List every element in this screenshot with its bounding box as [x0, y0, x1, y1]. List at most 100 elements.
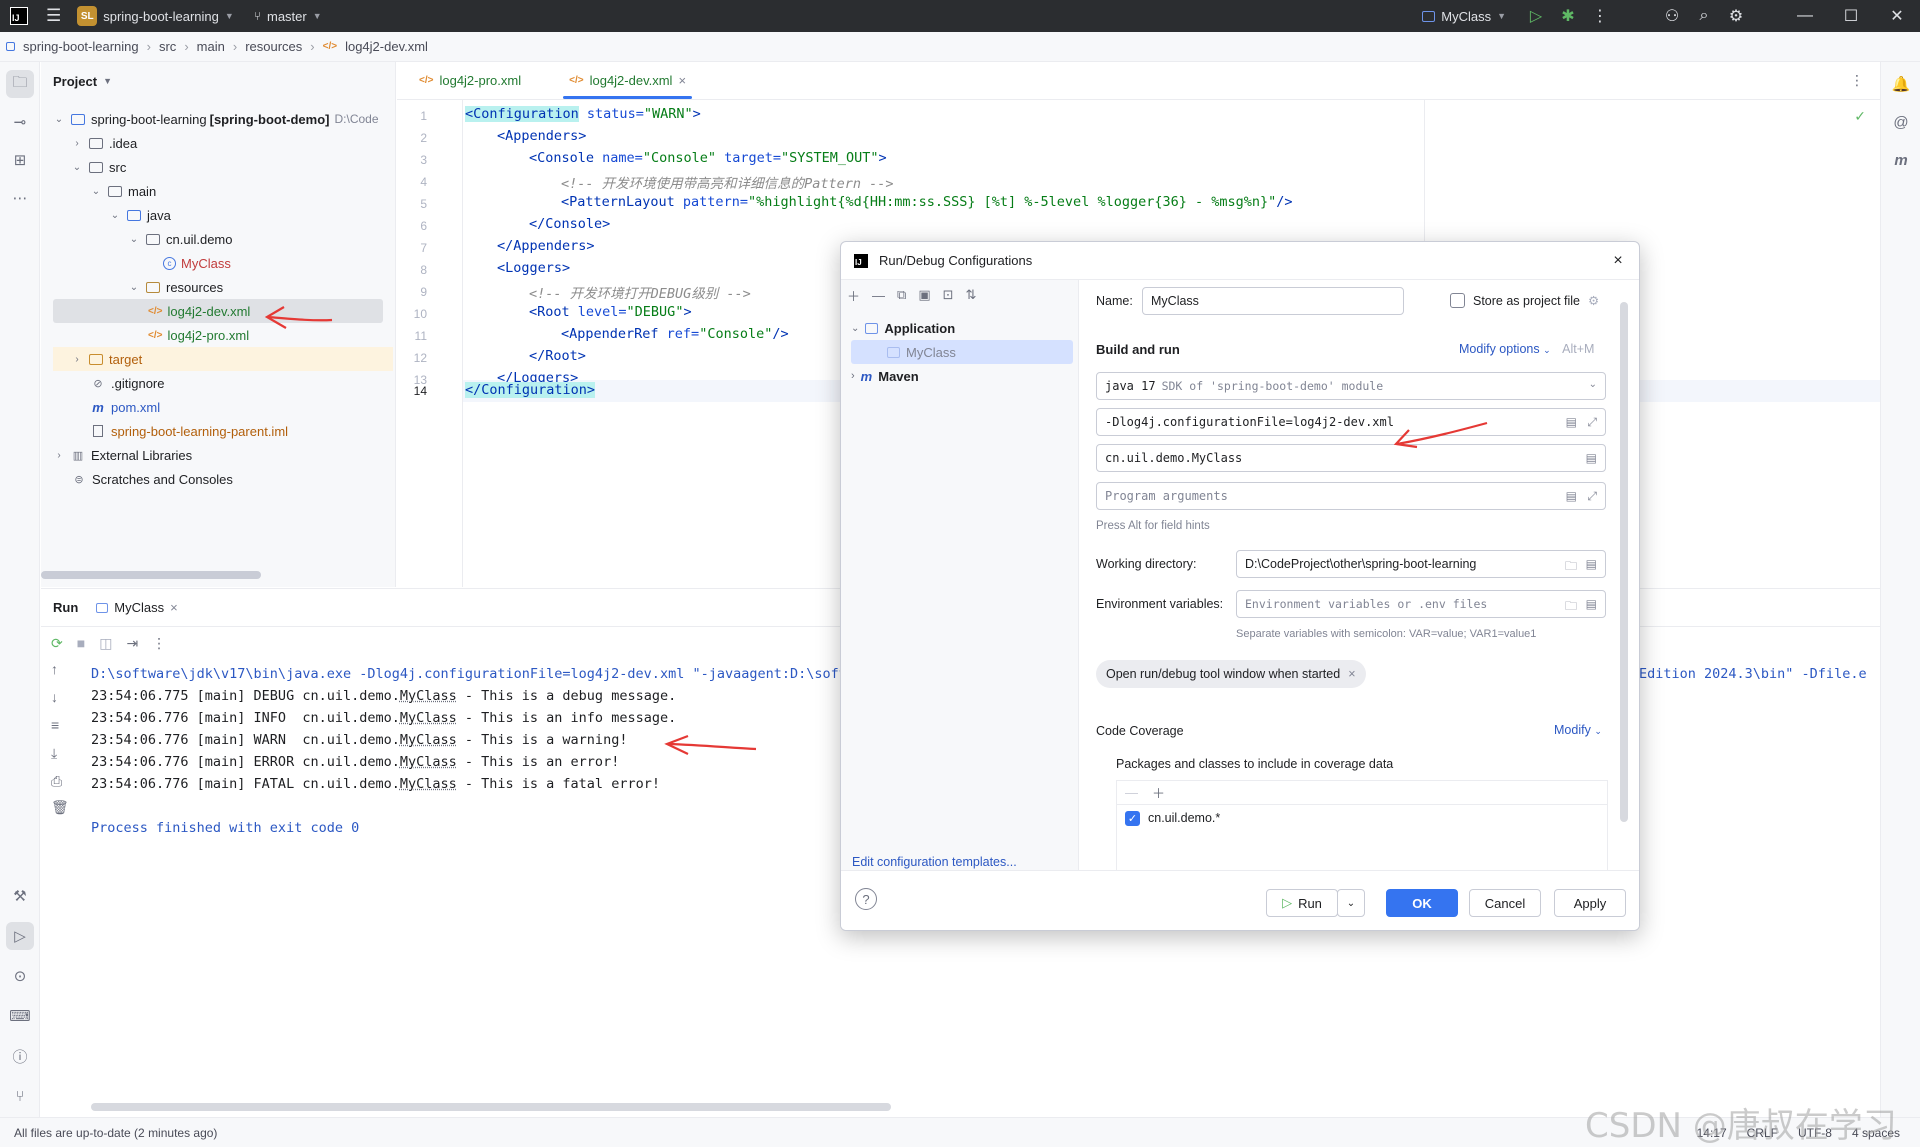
tab-log4j2-pro[interactable]: </> log4j2-pro.xml — [405, 61, 535, 99]
expand-icon[interactable]: ⤢ — [1587, 489, 1597, 504]
store-as-project-file-checkbox[interactable]: Store as project file ⚙ — [1450, 293, 1599, 308]
screenshot-button[interactable]: ◫ — [99, 635, 112, 652]
branch-switcher[interactable]: ⑂ master ▼ — [254, 9, 322, 24]
problems-tool-button[interactable]: ⓘ — [6, 1042, 34, 1070]
run-config-selector[interactable]: MyClass ▼ — [1422, 9, 1506, 24]
dialog-close-button[interactable]: × — [1607, 250, 1629, 272]
working-directory-field[interactable]: D:\CodeProject\other\spring-boot-learnin… — [1236, 550, 1606, 578]
stop-button[interactable]: ■ — [77, 635, 85, 651]
run-button[interactable]: ▷ — [1520, 0, 1552, 32]
minimize-button[interactable]: — — [1782, 0, 1828, 32]
run-tool-button[interactable]: ▷ — [6, 922, 34, 950]
breadcrumb-item[interactable]: main — [197, 39, 225, 54]
rerun-button[interactable]: ⟳ — [51, 635, 63, 652]
remove-button[interactable]: — — [1125, 785, 1138, 800]
environment-variables-field[interactable]: Environment variables or .env files 🗀 ▤ — [1236, 590, 1606, 618]
commit-tool-button[interactable]: ⊸ — [6, 108, 34, 136]
chip-close-icon[interactable]: × — [1348, 667, 1355, 681]
coverage-list-item[interactable]: ✓ cn.uil.demo.* — [1117, 805, 1607, 831]
checkbox-checked[interactable]: ✓ — [1125, 810, 1140, 826]
sort-configurations-button[interactable]: ⇅ — [966, 287, 977, 303]
project-panel-header[interactable]: Project ▼ — [41, 62, 395, 100]
maximize-button[interactable]: ☐ — [1828, 0, 1874, 32]
run-button[interactable]: ▷ Run — [1266, 889, 1338, 917]
tree-item-idea[interactable]: › .idea — [71, 131, 137, 155]
breadcrumb-item[interactable]: log4j2-dev.xml — [345, 39, 428, 54]
code-with-me-button[interactable]: ⚇ — [1656, 0, 1688, 32]
scroll-to-end-icon[interactable]: ⤓ — [51, 745, 57, 762]
trash-icon[interactable]: 🗑 — [51, 799, 69, 816]
edit-templates-link[interactable]: Edit configuration templates... — [852, 855, 1017, 869]
expand-icon[interactable]: ⤢ — [1587, 415, 1597, 430]
tab-close-icon[interactable]: × — [678, 73, 686, 88]
search-everywhere-button[interactable]: ⌕ — [1688, 0, 1720, 32]
tab-close-icon[interactable]: × — [170, 600, 178, 615]
intellij-logo-icon[interactable]: IJ — [10, 7, 28, 25]
breadcrumb-item[interactable]: resources — [245, 39, 302, 54]
more-tools-button[interactable]: ⋯ — [6, 184, 34, 212]
tree-item-src[interactable]: ⌄ src — [71, 155, 127, 179]
help-button[interactable]: ? — [855, 888, 877, 910]
project-tool-button[interactable]: 🗀 — [6, 70, 34, 98]
main-menu-button[interactable]: ☰ — [46, 6, 61, 26]
arrow-up-icon[interactable]: ↑ — [51, 661, 58, 677]
settings-button[interactable]: ⚙ — [1720, 0, 1752, 32]
tab-log4j2-dev[interactable]: </> log4j2-dev.xml × — [555, 61, 700, 99]
status-message[interactable]: All files are up-to-date (2 minutes ago) — [14, 1126, 217, 1140]
main-class-field[interactable]: cn.uil.demo.MyClass ▤ — [1096, 444, 1606, 472]
program-arguments-field[interactable]: Program arguments ▤ ⤢ — [1096, 482, 1606, 510]
new-folder-button[interactable]: ⊡ — [943, 287, 954, 303]
config-group-maven[interactable]: › m Maven — [851, 364, 919, 388]
close-window-button[interactable]: ✕ — [1874, 0, 1920, 32]
modify-options-link[interactable]: Modify options ⌄ Alt+M — [1459, 342, 1594, 356]
tree-item-pom[interactable]: m pom.xml — [90, 395, 160, 419]
terminal-tool-button[interactable]: ⌨ — [6, 1002, 34, 1030]
breadcrumb-item[interactable]: spring-boot-learning — [23, 39, 139, 54]
git-tool-button[interactable]: ⑂ — [6, 1082, 34, 1110]
list-icon[interactable]: ▤ — [1586, 557, 1597, 571]
debug-button[interactable]: ✱ — [1552, 0, 1584, 32]
services-tool-button[interactable]: ⊙ — [6, 962, 34, 990]
tree-item-myclass[interactable]: c MyClass — [163, 251, 231, 275]
notifications-button[interactable]: 🔔 — [1887, 70, 1915, 98]
project-switcher[interactable]: SL spring-boot-learning ▼ — [77, 6, 234, 26]
tree-item-resources[interactable]: ⌄ resources — [109, 275, 223, 299]
tree-item-target[interactable]: › target — [53, 347, 393, 371]
config-item-myclass[interactable]: MyClass — [851, 340, 1073, 364]
tree-item-main[interactable]: ⌄ main — [90, 179, 156, 203]
copy-configuration-button[interactable]: ⧉ — [897, 287, 906, 303]
list-icon[interactable]: ▤ — [1566, 489, 1577, 503]
vm-options-field[interactable]: -Dlog4j.configurationFile=log4j2-dev.xml… — [1096, 408, 1606, 436]
soft-wrap-icon[interactable]: ≡ — [51, 717, 59, 733]
ok-button[interactable]: OK — [1386, 889, 1458, 917]
tree-item-gitignore[interactable]: ⊘ .gitignore — [90, 371, 164, 395]
editor-more-button[interactable]: ⋮ — [1850, 72, 1864, 89]
run-dropdown-button[interactable]: ⌄ — [1337, 889, 1365, 917]
project-horizontal-scrollbar[interactable] — [41, 571, 261, 579]
ai-assistant-button[interactable]: @ — [1887, 108, 1915, 136]
more-actions-button[interactable]: ⋮ — [1584, 0, 1616, 32]
list-icon[interactable]: ▤ — [1586, 597, 1597, 611]
maven-tool-button[interactable]: m — [1887, 146, 1915, 174]
tree-item-external-libraries[interactable]: › ▥ External Libraries — [53, 443, 192, 467]
more-vertical-icon[interactable]: ⋮ — [152, 635, 166, 652]
tree-item-java[interactable]: ⌄ java — [109, 203, 171, 227]
arrow-down-icon[interactable]: ↓ — [51, 689, 58, 705]
add-configuration-button[interactable]: ＋ — [847, 286, 860, 305]
tree-item-scratches[interactable]: ⊜ Scratches and Consoles — [71, 467, 233, 491]
open-tool-window-option-chip[interactable]: Open run/debug tool window when started … — [1096, 660, 1366, 688]
list-icon[interactable]: ▤ — [1586, 451, 1597, 465]
breadcrumb-item[interactable]: src — [159, 39, 176, 54]
cancel-button[interactable]: Cancel — [1469, 889, 1541, 917]
tree-item-log4j2-pro[interactable]: </> log4j2-pro.xml — [148, 323, 249, 347]
remove-configuration-button[interactable]: — — [872, 288, 885, 303]
print-icon[interactable]: ⎙ — [51, 773, 62, 790]
apply-button[interactable]: Apply — [1554, 889, 1626, 917]
tab-run-myclass[interactable]: MyClass × — [96, 600, 178, 615]
list-icon[interactable]: ▤ — [1566, 415, 1577, 429]
folder-icon[interactable]: 🗀 — [1565, 597, 1577, 618]
build-tool-button[interactable]: ⚒ — [6, 882, 34, 910]
tree-item-iml[interactable]: spring-boot-learning-parent.iml — [90, 419, 288, 443]
tree-item-root[interactable]: ⌄ spring-boot-learning [spring-boot-demo… — [53, 107, 393, 131]
exit-button[interactable]: ⇥ — [126, 635, 138, 652]
